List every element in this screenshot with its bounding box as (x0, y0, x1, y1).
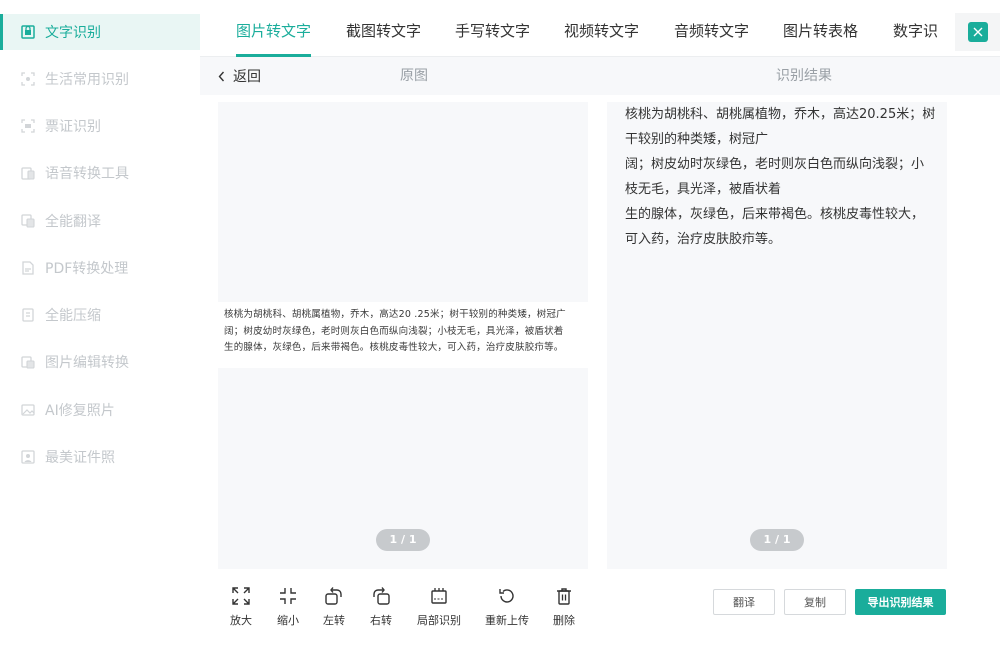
text-recognition-icon (20, 24, 36, 40)
export-result-button[interactable]: 导出识别结果 (855, 589, 946, 615)
rotate-right-button[interactable]: 右转 (357, 586, 405, 628)
page-indicator: 1 / 1 (376, 529, 430, 551)
close-button[interactable] (967, 22, 988, 42)
result-line: 可入药，治疗皮肤胶疖等。 (625, 232, 782, 247)
sidebar-item-label: 全能翻译 (45, 214, 101, 230)
chevron-left-icon (218, 71, 225, 82)
rotate-left-button[interactable]: 左转 (310, 586, 358, 628)
doc-line: 核桃为胡桃科、胡桃属植物，乔木，高达20 .25米；树干较别的种类矮，树冠广 (224, 309, 566, 320)
expand-icon (232, 587, 250, 605)
sidebar-item-image-edit[interactable]: 图片编辑转换 (0, 344, 200, 380)
doc-line: 阔；树皮幼时灰绿色，老时则灰白色而纵向浅裂；小枝无毛，具光泽，被盾状着 (224, 325, 564, 337)
copy-button[interactable]: 复制 (784, 589, 846, 615)
sidebar-item-label: 语音转换工具 (45, 166, 129, 182)
back-label: 返回 (233, 69, 261, 85)
page-indicator: 1 / 1 (750, 529, 804, 551)
tab-number-recognition[interactable]: 数字识 (893, 0, 938, 57)
tab-strip: 图片转文字 截图转文字 手写转文字 视频转文字 音频转文字 图片转表格 数字识 (200, 0, 955, 57)
crop-select-icon (431, 588, 447, 604)
sidebar-item-label: PDF转换处理 (45, 261, 129, 277)
tab-handwriting-to-text[interactable]: 手写转文字 (455, 0, 530, 57)
close-icon (973, 27, 982, 37)
trash-icon (557, 588, 571, 605)
image-edit-icon (20, 354, 36, 370)
result-line: 阔；树皮幼时灰绿色，老时则灰白色而纵向浅裂；小 (625, 157, 925, 172)
compress-icon (20, 307, 36, 323)
sidebar-item-text-recognition[interactable]: 文字识别 (0, 14, 200, 50)
sidebar: 文字识别 生活常用识别 票证识别 语音转换工具 全能翻译 PDF转换处理 全能压… (0, 0, 200, 649)
top-tab-bar: 图片转文字 截图转文字 手写转文字 视频转文字 音频转文字 图片转表格 数字识 (200, 0, 1000, 57)
original-image: 核桃为胡桃科、胡桃属植物，乔木，高达20 .25米；树干较别的种类矮，树冠广 阔… (218, 302, 588, 368)
tab-image-to-text[interactable]: 图片转文字 (236, 0, 312, 57)
sidebar-item-label: 票证识别 (45, 119, 101, 135)
tab-screenshot-to-text[interactable]: 截图转文字 (346, 0, 421, 57)
sidebar-item-pdf[interactable]: PDF转换处理 (0, 250, 200, 286)
sidebar-item-label: 文字识别 (45, 25, 101, 41)
sidebar-item-label: AI修复照片 (45, 403, 115, 419)
back-button[interactable]: 返回 (218, 57, 261, 95)
translate-button[interactable]: 翻译 (713, 589, 775, 615)
sidebar-item-ticket-recognition[interactable]: 票证识别 (0, 108, 200, 144)
life-scan-icon (20, 71, 36, 87)
tab-video-to-text[interactable]: 视频转文字 (564, 0, 639, 57)
result-line: 枝无毛，具光泽，被盾状着 (625, 182, 782, 197)
tab-audio-to-text[interactable]: 音频转文字 (674, 0, 749, 57)
partial-recognize-button[interactable]: 局部识别 (415, 586, 463, 628)
rotate-right-icon (373, 587, 390, 605)
sidebar-item-life-recognition[interactable]: 生活常用识别 (0, 61, 200, 97)
ticket-scan-icon (20, 118, 36, 134)
close-area (955, 13, 1000, 51)
sidebar-item-ai-repair[interactable]: AI修复照片 (0, 392, 200, 428)
result-line: 干较别的种类矮，树冠广 (625, 132, 769, 147)
result-title: 识别结果 (776, 68, 832, 84)
ai-repair-icon (20, 402, 36, 418)
tab-image-to-table[interactable]: 图片转表格 (783, 0, 858, 57)
id-photo-icon (20, 449, 36, 465)
sidebar-item-label: 生活常用识别 (45, 72, 129, 88)
delete-button[interactable]: 删除 (540, 586, 588, 628)
sidebar-item-compress[interactable]: 全能压缩 (0, 297, 200, 333)
refresh-icon (499, 589, 514, 603)
sidebar-item-voice-tools[interactable]: 语音转换工具 (0, 155, 200, 191)
result-line: 核桃为胡桃科、胡桃属植物，乔木，高达20.25米；树 (625, 107, 936, 122)
sidebar-item-translate[interactable]: 全能翻译 (0, 203, 200, 239)
sidebar-item-label: 全能压缩 (45, 308, 101, 324)
doc-line: 生的腺体，灰绿色，后来带褐色。核桃皮毒性较大，可入药，治疗皮肤胶疖等。 (224, 342, 564, 353)
translate-icon (20, 213, 36, 229)
collapse-icon (280, 588, 296, 604)
original-image-panel: 核桃为胡桃科、胡桃属植物，乔木，高达20 .25米；树干较别的种类矮，树冠广 阔… (218, 102, 588, 569)
rotate-left-icon (325, 587, 342, 605)
zoom-out-button[interactable]: 缩小 (264, 586, 312, 628)
sub-header: 返回 原图 识别结果 (200, 57, 1000, 95)
voice-convert-icon (20, 165, 36, 181)
result-line: 生的腺体，灰绿色，后来带褐色。核桃皮毒性较大， (625, 207, 925, 222)
result-panel[interactable]: 核桃为胡桃科、胡桃属植物，乔木，高达20.25米；树 干较别的种类矮，树冠广 阔… (607, 102, 947, 569)
zoom-in-button[interactable]: 放大 (217, 586, 265, 628)
reupload-button[interactable]: 重新上传 (483, 586, 531, 628)
sidebar-item-id-photo[interactable]: 最美证件照 (0, 439, 200, 475)
sidebar-item-label: 最美证件照 (45, 450, 115, 466)
original-image-title: 原图 (400, 68, 428, 84)
sidebar-item-label: 图片编辑转换 (45, 355, 129, 371)
pdf-icon (20, 260, 36, 276)
